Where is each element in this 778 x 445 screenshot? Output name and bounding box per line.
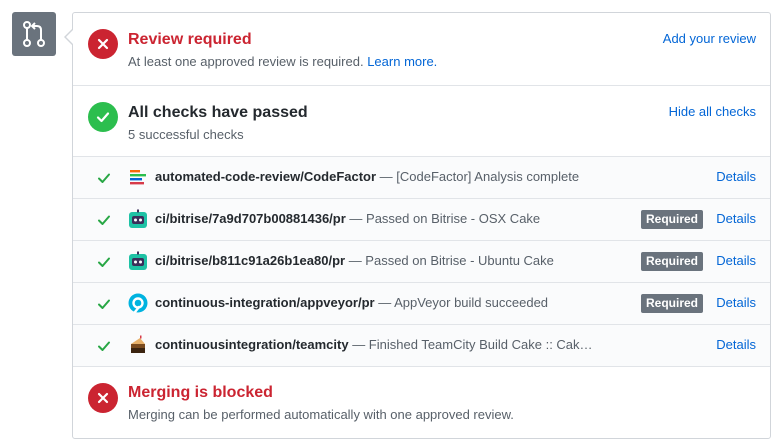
check-text: continuous-integration/appveyor/pr — App…: [155, 295, 548, 310]
check-text: continuousintegration/teamcity — Finishe…: [155, 337, 593, 352]
required-badge: Required: [640, 294, 703, 313]
merge-blocked-title: Merging is blocked: [128, 384, 273, 401]
check-row-appveyor: continuous-integration/appveyor/pr — App…: [73, 283, 770, 325]
checks-list: automated-code-review/CodeFactor — [Code…: [73, 157, 770, 367]
review-required-section: Review required At least one approved re…: [73, 13, 770, 86]
x-circle-icon: [88, 29, 118, 59]
check-icon: [98, 257, 110, 267]
check-row-teamcity: continuousintegration/teamcity — Finishe…: [73, 325, 770, 367]
cake-icon: [131, 335, 145, 353]
bitrise-icon: [129, 251, 147, 270]
bitrise-icon: [129, 209, 147, 228]
check-name: ci/bitrise/7a9d707b00881436/pr: [155, 211, 346, 226]
check-text: ci/bitrise/7a9d707b00881436/pr — Passed …: [155, 211, 540, 226]
check-icon: [98, 173, 110, 183]
details-link[interactable]: Details: [716, 337, 756, 352]
required-badge: Required: [640, 252, 703, 271]
check-row-bitrise-osx: ci/bitrise/7a9d707b00881436/pr — Passed …: [73, 199, 770, 241]
pull-request-icon: [12, 12, 56, 56]
check-row-bitrise-ubuntu: ci/bitrise/b811c91a26b1ea80/pr — Passed …: [73, 241, 770, 283]
merge-blocked-section: Merging is blocked Merging can be perfor…: [73, 367, 770, 439]
review-required-title: Review required: [128, 31, 252, 48]
merge-status-panel: Review required At least one approved re…: [64, 12, 771, 439]
checks-title: All checks have passed: [128, 104, 308, 121]
checks-header-section: All checks have passed 5 successful chec…: [73, 86, 770, 157]
hide-all-checks-link[interactable]: Hide all checks: [669, 104, 756, 119]
learn-more-link[interactable]: Learn more.: [367, 54, 437, 69]
appveyor-icon: [128, 293, 148, 313]
check-description: — [CodeFactor] Analysis complete: [376, 169, 580, 184]
check-text: automated-code-review/CodeFactor — [Code…: [155, 169, 579, 184]
check-description: — Finished TeamCity Build Cake :: Cak…: [348, 337, 593, 352]
check-name: continuous-integration/appveyor/pr: [155, 295, 375, 310]
details-link[interactable]: Details: [716, 253, 756, 268]
review-subtitle-text: At least one approved review is required…: [128, 54, 364, 69]
details-link[interactable]: Details: [716, 295, 756, 310]
add-your-review-link[interactable]: Add your review: [663, 31, 756, 46]
x-circle-icon: [88, 383, 118, 413]
codefactor-icon: [130, 170, 146, 185]
check-text: ci/bitrise/b811c91a26b1ea80/pr — Passed …: [155, 253, 554, 268]
check-icon: [98, 299, 110, 309]
required-badge: Required: [640, 210, 703, 229]
check-icon: [98, 341, 110, 351]
check-name: continuousintegration/teamcity: [155, 337, 349, 352]
check-name: automated-code-review/CodeFactor: [155, 169, 377, 184]
check-icon: [98, 215, 110, 225]
details-link[interactable]: Details: [716, 211, 756, 226]
check-row-codefactor: automated-code-review/CodeFactor — [Code…: [73, 157, 770, 199]
check-description: — Passed on Bitrise - OSX Cake: [345, 211, 541, 226]
review-required-subtitle: At least one approved review is required…: [128, 54, 437, 69]
check-description: — Passed on Bitrise - Ubuntu Cake: [345, 253, 554, 268]
details-link[interactable]: Details: [716, 169, 756, 184]
check-description: — AppVeyor build succeeded: [374, 295, 549, 310]
check-name: ci/bitrise/b811c91a26b1ea80/pr: [155, 253, 346, 268]
checks-subtitle: 5 successful checks: [128, 127, 244, 142]
check-circle-icon: [88, 102, 118, 132]
merge-blocked-subtitle: Merging can be performed automatically w…: [128, 407, 514, 422]
